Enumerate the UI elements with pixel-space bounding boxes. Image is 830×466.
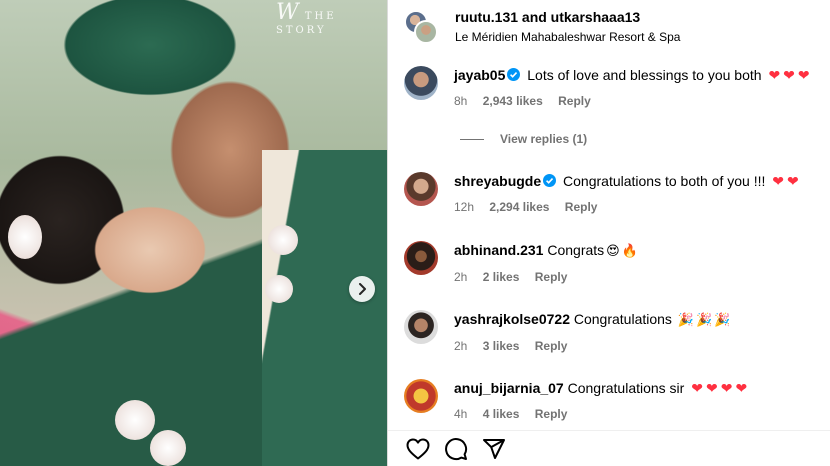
- comment-bubble-icon: [445, 437, 468, 460]
- reply-button[interactable]: Reply: [558, 94, 591, 108]
- heart-emoji: ❤: [772, 173, 785, 189]
- comment-likes[interactable]: 4 likes: [483, 407, 520, 421]
- owners-avatar[interactable]: [404, 10, 438, 44]
- heart-emoji: ❤: [720, 380, 733, 396]
- heart-emoji: ❤: [783, 67, 795, 83]
- post-side-panel: ruutu.131 and utkarshaaa13 Le Méridien M…: [387, 0, 830, 466]
- comment-username[interactable]: abhinand.231: [454, 242, 543, 258]
- comment-text: Lots of love and blessings to you both: [527, 67, 762, 83]
- paper-plane-icon: [483, 438, 505, 459]
- comment-item: shreyabugde Congratulations to both of y…: [404, 172, 799, 214]
- comment-item: yashrajkolse0722 Congratulations 🎉 🎉 🎉 2h …: [404, 310, 730, 353]
- comment-body: yashrajkolse0722 Congratulations 🎉 🎉 🎉 2h …: [454, 310, 730, 353]
- replies-divider: [460, 138, 484, 140]
- party-popper-emoji: 🎉: [696, 312, 713, 327]
- comment-text: Congratulations to both of you !!!: [563, 173, 766, 189]
- comment-username[interactable]: anuj_bijarnia_07: [454, 380, 564, 396]
- post-actions-bar: [388, 430, 830, 466]
- party-popper-emoji: 🎉: [714, 312, 731, 327]
- comment-item: anuj_bijarnia_07 Congratulations sir ❤ ❤ ❤…: [404, 379, 747, 421]
- heart-eyes-emoji: 😍: [606, 243, 620, 258]
- comment-text: Congrats: [547, 242, 605, 258]
- verified-badge-icon: [543, 174, 557, 187]
- comment-time[interactable]: 4h: [454, 407, 467, 421]
- avatar[interactable]: [404, 172, 438, 206]
- comment-username[interactable]: yashrajkolse0722: [454, 311, 570, 327]
- post-location[interactable]: Le Méridien Mahabaleshwar Resort & Spa: [455, 29, 680, 46]
- photo-flower: [8, 215, 42, 259]
- comment-username[interactable]: jayab05: [454, 67, 505, 83]
- comment-likes[interactable]: 3 likes: [483, 339, 520, 353]
- heart-emoji: ❤: [797, 67, 810, 83]
- comment-likes[interactable]: 2,294 likes: [489, 200, 549, 214]
- reply-button[interactable]: Reply: [535, 270, 568, 284]
- comment-username[interactable]: shreyabugde: [454, 173, 541, 189]
- comment-body: jayab05 Lots of love and blessings to yo…: [454, 66, 810, 108]
- heart-emoji: ❤: [787, 173, 799, 189]
- verified-badge-icon: [507, 68, 521, 81]
- watermark-letter: W: [276, 0, 299, 25]
- fire-emoji: 🔥: [621, 243, 638, 258]
- photo-flower: [115, 400, 155, 440]
- avatar: [414, 20, 438, 44]
- comments-list: jayab05 Lots of love and blessings to yo…: [388, 60, 830, 430]
- heart-emoji: ❤: [768, 67, 781, 83]
- comment-button[interactable]: [442, 435, 470, 463]
- comment-likes[interactable]: 2 likes: [483, 270, 520, 284]
- reply-button[interactable]: Reply: [535, 407, 568, 421]
- comment-time[interactable]: 12h: [454, 200, 474, 214]
- avatar[interactable]: [404, 241, 438, 275]
- like-button[interactable]: [404, 435, 432, 463]
- post-header: ruutu.131 and utkarshaaa13 Le Méridien M…: [404, 8, 680, 46]
- view-replies-button[interactable]: View replies (1): [460, 132, 587, 146]
- next-photo-button[interactable]: [349, 276, 375, 302]
- comment-body: abhinand.231 Congrats 😍 🔥 2h 2 likes Reply: [454, 241, 638, 284]
- comment-time[interactable]: 2h: [454, 339, 467, 353]
- view-replies-label: View replies (1): [500, 132, 588, 146]
- comment-body: anuj_bijarnia_07 Congratulations sir ❤ ❤ ❤…: [454, 379, 747, 421]
- comment-text: Congratulations sir: [567, 380, 685, 396]
- avatar[interactable]: [404, 310, 438, 344]
- avatar[interactable]: [404, 379, 438, 413]
- photo-watermark: W THE STORY: [276, 0, 387, 36]
- comment-time[interactable]: 8h: [454, 94, 467, 108]
- reply-button[interactable]: Reply: [565, 200, 598, 214]
- heart-emoji: ❤: [735, 380, 748, 396]
- header-text: ruutu.131 and utkarshaaa13 Le Méridien M…: [455, 8, 680, 46]
- comment-time[interactable]: 2h: [454, 270, 467, 284]
- share-button[interactable]: [480, 435, 508, 463]
- comment-text: Congratulations: [573, 311, 672, 327]
- post-owners[interactable]: ruutu.131 and utkarshaaa13: [455, 8, 680, 26]
- party-popper-emoji: 🎉: [677, 312, 695, 327]
- chevron-right-icon: [359, 283, 366, 295]
- heart-emoji: ❤: [705, 380, 718, 396]
- heart-emoji: ❤: [691, 380, 703, 396]
- comment-item: jayab05 Lots of love and blessings to yo…: [404, 66, 810, 108]
- photo-flower: [268, 225, 298, 255]
- photo-flower: [265, 275, 293, 303]
- post-photo: W THE STORY: [0, 0, 387, 466]
- comment-body: shreyabugde Congratulations to both of y…: [454, 172, 799, 214]
- photo-garment: [262, 150, 387, 466]
- reply-button[interactable]: Reply: [535, 339, 568, 353]
- heart-outline-icon: [406, 438, 430, 459]
- avatar[interactable]: [404, 66, 438, 100]
- comment-item: abhinand.231 Congrats 😍 🔥 2h 2 likes Reply: [404, 241, 638, 284]
- photo-flower: [150, 430, 186, 466]
- comment-likes[interactable]: 2,943 likes: [483, 94, 543, 108]
